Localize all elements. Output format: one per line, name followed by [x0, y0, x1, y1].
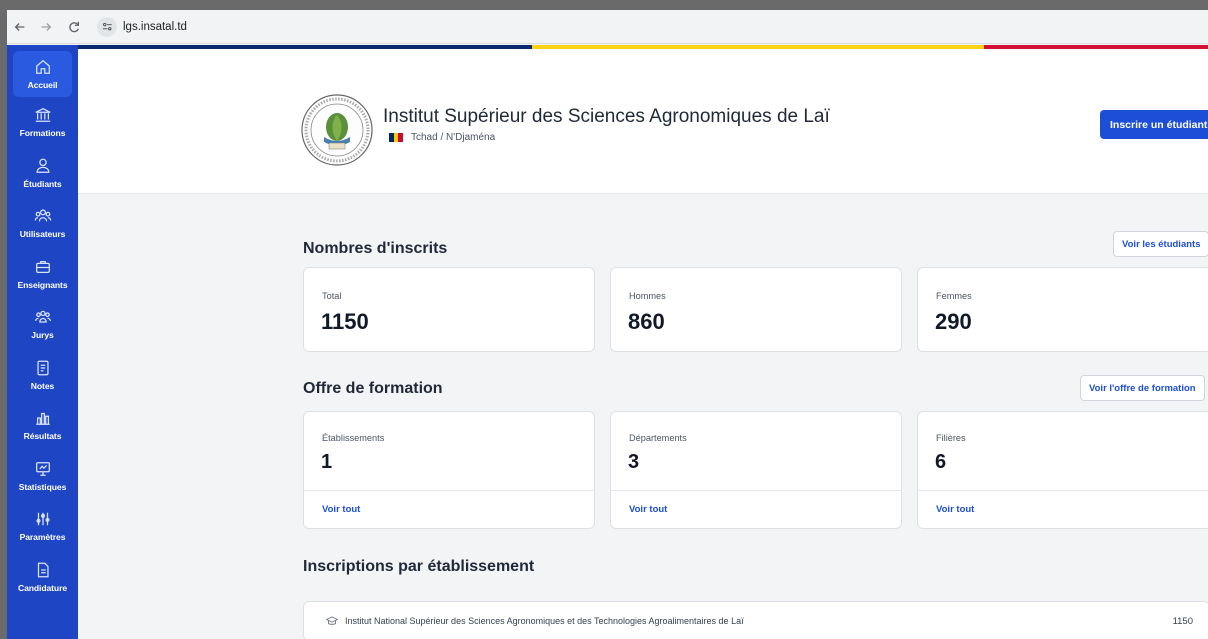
sidebar-item-label: Utilisateurs	[19, 229, 66, 240]
view-offer-button[interactable]: Voir l'offre de formation	[1080, 375, 1205, 401]
sidebar-item-label: Candidature	[17, 582, 68, 593]
reload-icon[interactable]	[63, 16, 85, 38]
sidebar-item-label: Résultats	[23, 431, 62, 442]
chad-flag-icon	[389, 133, 404, 142]
sidebar-item-accueil[interactable]: Accueil	[13, 51, 72, 97]
sidebar-item-candidature[interactable]: Candidature	[7, 552, 78, 603]
back-icon[interactable]	[9, 16, 31, 38]
card-label: Filières	[936, 433, 966, 443]
card-value: 1150	[321, 309, 369, 334]
page-header: Institut Supérieur des Sciences Agronomi…	[78, 49, 1208, 194]
card-value: 860	[628, 309, 665, 334]
sidebar-item-label: Paramètres	[19, 532, 66, 543]
institution-name: Institut Supérieur des Sciences Agronomi…	[383, 106, 830, 127]
card-value: 1	[321, 451, 333, 473]
sidebar-item-label: Enseignants	[17, 279, 68, 290]
sidebar-item-enseignants[interactable]: Enseignants	[7, 249, 78, 300]
offer-card-programs: Filières 6 Voir tout	[917, 411, 1208, 529]
address-bar[interactable]: lgs.insatal.td	[93, 15, 197, 39]
institution-icon	[34, 106, 52, 124]
url-text: lgs.insatal.td	[123, 20, 187, 33]
see-all-link[interactable]: Voir tout	[611, 490, 901, 528]
briefcase-icon	[34, 258, 52, 276]
browser-toolbar: lgs.insatal.td	[7, 10, 1208, 44]
institution-logo	[301, 94, 373, 166]
sidebar-item-label: Notes	[30, 380, 55, 391]
offer-card-departments: Départements 3 Voir tout	[610, 411, 902, 529]
institution-location: Tchad / N'Djaména	[389, 132, 495, 143]
location-text: Tchad / N'Djaména	[411, 132, 496, 143]
card-label: Départements	[629, 433, 687, 443]
enrollments-title: Nombres d'inscrits	[303, 240, 448, 257]
view-students-button[interactable]: Voir les étudiants	[1113, 231, 1208, 257]
sidebar-item-label: Formations	[19, 128, 66, 139]
offer-title: Offre de formation	[303, 380, 443, 397]
card-label: Femmes	[936, 291, 972, 301]
sidebar-item-formations[interactable]: Formations	[7, 97, 78, 148]
graduation-cap-icon	[326, 616, 338, 625]
sliders-icon	[34, 510, 52, 528]
sidebar-item-statistiques[interactable]: Statistiques	[7, 451, 78, 502]
group-icon	[34, 308, 52, 326]
offer-card-establishments: Établissements 1 Voir tout	[303, 411, 595, 529]
card-value: 6	[935, 451, 947, 473]
users-icon	[34, 207, 52, 225]
presentation-chart-icon	[34, 460, 52, 478]
sidebar-item-resultats[interactable]: Résultats	[7, 400, 78, 451]
sidebar-item-notes[interactable]: Notes	[7, 350, 78, 401]
establishment-count: 1150	[1172, 615, 1193, 627]
site-settings-icon[interactable]	[97, 16, 117, 37]
sidebar: Accueil Formations Étudiants Utilisateurs En…	[7, 45, 78, 639]
card-value: 3	[628, 451, 640, 473]
establishment-name: Institut National Supérieur des Sciences…	[345, 616, 744, 626]
sidebar-item-label: Accueil	[27, 80, 58, 90]
enroll-student-button[interactable]: Inscrire un étudiant	[1100, 110, 1208, 139]
sidebar-item-etudiants[interactable]: Étudiants	[7, 148, 78, 199]
bar-chart-icon	[34, 409, 52, 427]
enrollment-card-men: Hommes 860	[610, 267, 902, 352]
sidebar-item-parametres[interactable]: Paramètres	[7, 501, 78, 552]
see-all-link[interactable]: Voir tout	[304, 490, 594, 528]
home-icon	[34, 58, 52, 76]
by-establishment-title: Inscriptions par établissement	[303, 558, 535, 575]
see-all-link[interactable]: Voir tout	[918, 490, 1208, 528]
enrollment-card-women: Femmes 290	[917, 267, 1208, 352]
sidebar-item-label: Étudiants	[23, 178, 62, 189]
file-icon	[34, 561, 52, 579]
forward-icon[interactable]	[35, 16, 57, 38]
sidebar-item-label: Statistiques	[18, 481, 67, 492]
card-value: 290	[935, 309, 972, 334]
card-label: Établissements	[322, 433, 385, 443]
user-icon	[34, 157, 52, 175]
card-label: Hommes	[629, 291, 666, 301]
browser-window: lgs.insatal.td Accueil Formations Étudiant…	[7, 10, 1208, 639]
sidebar-item-label: Jurys	[31, 330, 54, 341]
establishment-row[interactable]: Institut National Supérieur des Sciences…	[303, 601, 1208, 639]
document-icon	[34, 359, 52, 377]
enrollment-card-total: Total 1150	[303, 267, 595, 352]
sidebar-item-utilisateurs[interactable]: Utilisateurs	[7, 198, 78, 249]
sidebar-item-jurys[interactable]: Jurys	[7, 299, 78, 350]
card-label: Total	[322, 291, 342, 301]
